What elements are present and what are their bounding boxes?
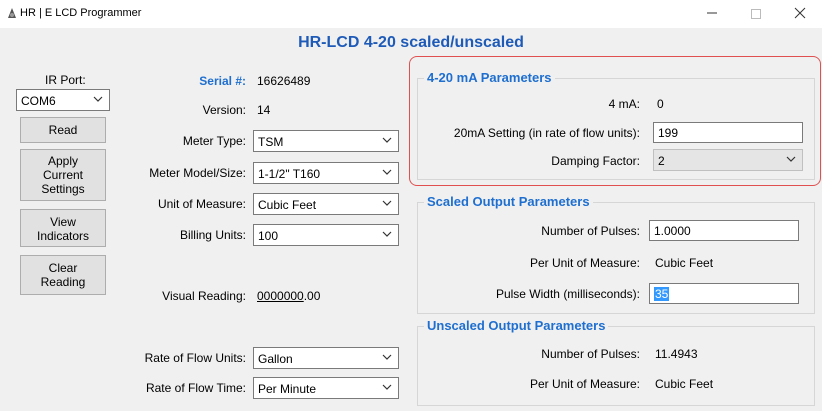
scaled-pulses-value: 1.0000 — [654, 224, 691, 238]
unscaled-group-title: Unscaled Output Parameters — [424, 318, 609, 333]
apply-line-1: Apply — [47, 154, 79, 168]
ir-port-value: COM6 — [21, 94, 56, 108]
ma4-label: 4 mA: — [608, 97, 640, 111]
clear-reading-button[interactable]: Clear Reading — [20, 255, 106, 295]
rate-flow-units-select[interactable]: Gallon — [253, 347, 399, 369]
visual-reading-label: Visual Reading: — [162, 289, 246, 303]
close-button[interactable] — [778, 0, 822, 28]
minimize-icon — [707, 12, 717, 14]
unscaled-per-unit-label: Per Unit of Measure: — [529, 377, 640, 391]
pulse-width-input[interactable]: 35 — [649, 283, 799, 304]
view-indicators-button[interactable]: View Indicators — [20, 209, 106, 247]
close-icon — [794, 7, 806, 19]
read-button-label: Read — [48, 123, 78, 137]
chevron-down-icon — [93, 96, 103, 102]
billing-units-value: 100 — [258, 229, 279, 243]
unscaled-per-unit-value: Cubic Feet — [655, 377, 714, 391]
pulse-width-value: 35 — [654, 287, 670, 301]
app-icon — [8, 8, 16, 18]
maximize-icon — [751, 9, 761, 19]
unscaled-pulses-label: Number of Pulses: — [541, 347, 640, 361]
meter-model-select[interactable]: 1-1/2" T160 — [253, 162, 399, 184]
rate-flow-time-label: Rate of Flow Time: — [145, 381, 246, 395]
scaled-per-unit-value: Cubic Feet — [655, 256, 714, 270]
ma4-value: 0 — [657, 97, 664, 111]
view-line-2: Indicators — [36, 229, 90, 243]
visual-reading-underlined: 0000000 — [257, 289, 304, 303]
ma20-value: 199 — [658, 126, 679, 140]
rate-flow-time-select[interactable]: Per Minute — [253, 377, 399, 399]
unit-measure-select[interactable]: Cubic Feet — [253, 193, 399, 215]
chevron-down-icon — [382, 231, 392, 237]
chevron-down-icon — [382, 200, 392, 206]
scaled-per-unit-label: Per Unit of Measure: — [529, 256, 640, 270]
serial-label: Serial #: — [199, 74, 246, 88]
apply-line-3: Settings — [41, 182, 85, 196]
meter-type-select[interactable]: TSM — [253, 130, 399, 152]
unit-measure-label: Unit of Measure: — [157, 197, 246, 211]
main-title: HR-LCD 4-20 scaled/unscaled — [298, 34, 524, 51]
ma20-input[interactable]: 199 — [653, 122, 803, 143]
rate-flow-units-label: Rate of Flow Units: — [144, 351, 246, 365]
billing-units-label: Billing Units: — [179, 228, 246, 242]
rate-flow-time-value: Per Minute — [258, 382, 317, 396]
meter-model-value: 1-1/2" T160 — [258, 167, 321, 181]
visual-reading-value: 0000000.00 — [257, 289, 320, 303]
view-line-1: View — [50, 215, 76, 229]
damping-label: Damping Factor: — [551, 154, 640, 168]
ir-port-select[interactable]: COM6 — [16, 89, 110, 111]
meter-type-label: Meter Type: — [182, 134, 246, 148]
clear-line-1: Clear — [48, 261, 78, 275]
chevron-down-icon — [382, 137, 392, 143]
chevron-down-icon — [786, 156, 796, 162]
minimize-button[interactable] — [690, 0, 734, 28]
rate-flow-units-value: Gallon — [258, 352, 293, 366]
chevron-down-icon — [382, 169, 392, 175]
title-bar: HR | E LCD Programmer — [0, 0, 822, 28]
version-label: Version: — [202, 103, 246, 117]
apply-settings-button[interactable]: Apply Current Settings — [20, 149, 106, 201]
scaled-pulses-input[interactable]: 1.0000 — [649, 220, 799, 241]
ma-group-title: 4-20 mA Parameters — [424, 70, 555, 85]
meter-model-label: Meter Model/Size: — [149, 166, 246, 180]
clear-line-2: Reading — [40, 275, 86, 289]
chevron-down-icon — [382, 384, 392, 390]
pulse-width-label: Pulse Width (milliseconds): — [495, 287, 640, 301]
scaled-pulses-label: Number of Pulses: — [541, 224, 640, 238]
ma20-label: 20mA Setting (in rate of flow units): — [453, 126, 640, 140]
scaled-group-title: Scaled Output Parameters — [424, 194, 593, 209]
unit-measure-value: Cubic Feet — [258, 198, 317, 212]
damping-select[interactable]: 2 — [653, 149, 803, 171]
billing-units-select[interactable]: 100 — [253, 224, 399, 246]
apply-line-2: Current — [42, 168, 83, 182]
unscaled-parameters-group — [417, 326, 815, 406]
unscaled-pulses-value: 11.4943 — [655, 347, 698, 361]
maximize-button[interactable] — [734, 0, 778, 28]
visual-reading-decimals: .00 — [303, 289, 321, 303]
meter-type-value: TSM — [258, 135, 284, 149]
read-button[interactable]: Read — [20, 117, 106, 143]
version-value: 14 — [257, 103, 271, 117]
ir-port-label: IR Port: — [45, 73, 86, 87]
serial-value: 16626489 — [257, 74, 311, 88]
chevron-down-icon — [382, 354, 392, 360]
damping-value: 2 — [658, 154, 665, 168]
window-title: HR | E LCD Programmer — [20, 7, 142, 19]
